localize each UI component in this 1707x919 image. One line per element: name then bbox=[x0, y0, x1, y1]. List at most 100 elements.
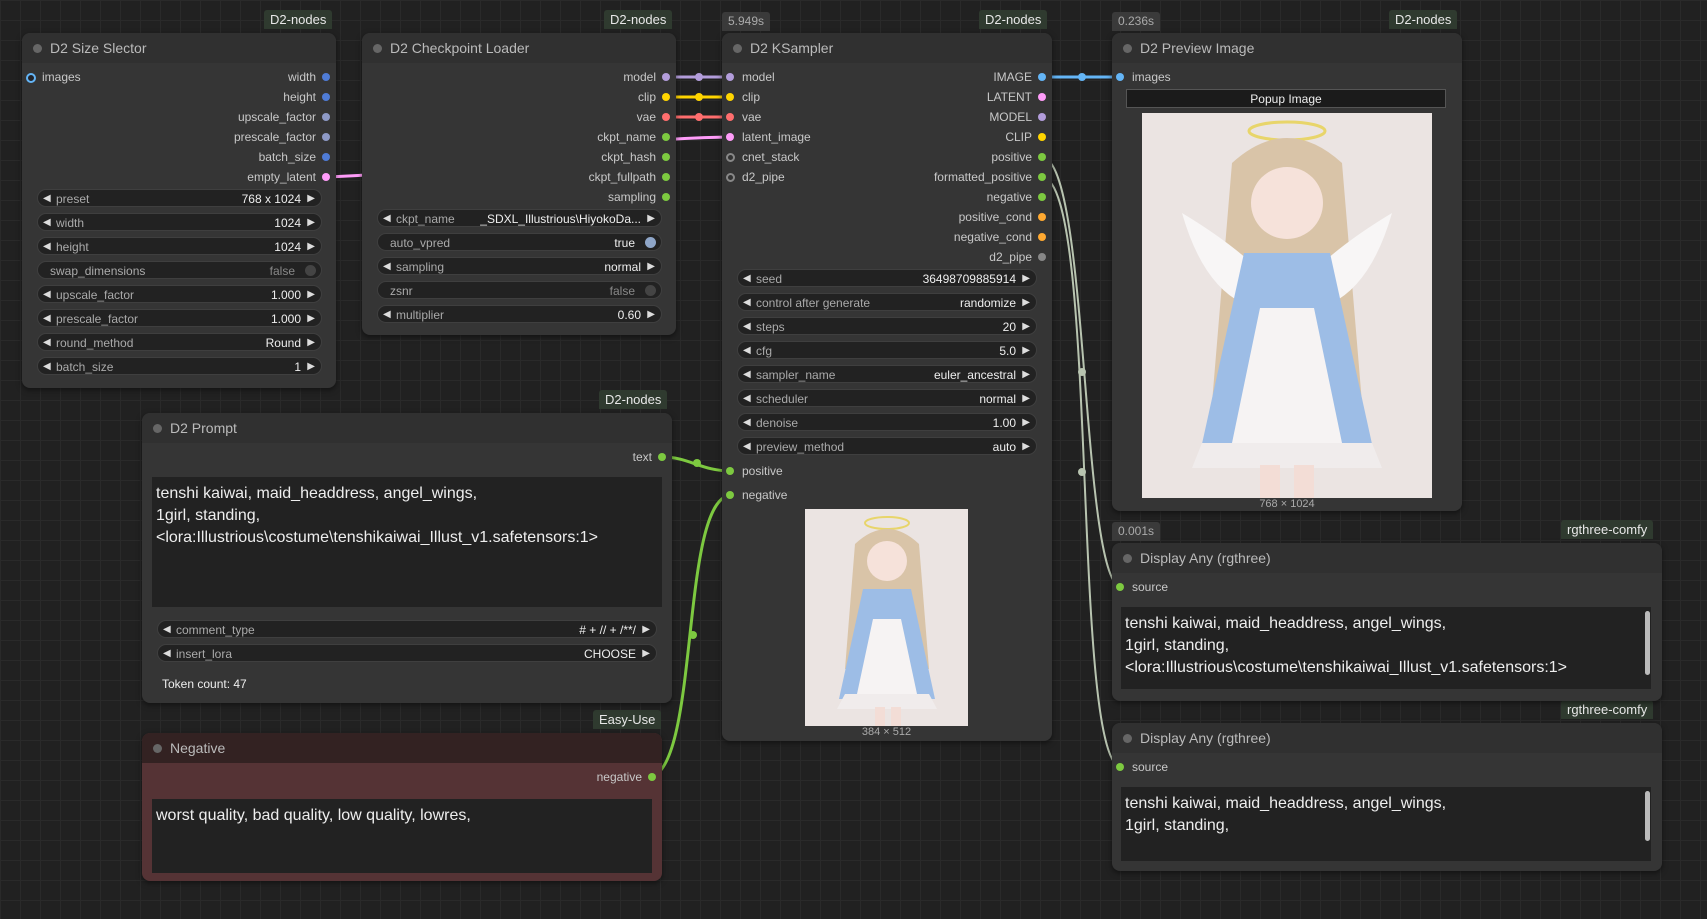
input-latent-image[interactable]: latent_image bbox=[726, 128, 811, 146]
output-formatted-positive[interactable]: formatted_positive bbox=[934, 168, 1046, 186]
image-pin-icon[interactable] bbox=[1038, 73, 1046, 81]
string-pin-icon[interactable] bbox=[662, 133, 670, 141]
latent-pin-icon[interactable] bbox=[322, 173, 330, 181]
vae-pin-icon[interactable] bbox=[662, 113, 670, 121]
output-empty-latent[interactable]: empty_latent bbox=[247, 168, 330, 186]
negative-title[interactable]: Negative bbox=[142, 733, 662, 763]
string-pin-icon[interactable] bbox=[662, 193, 670, 201]
int-pin-icon[interactable] bbox=[322, 153, 330, 161]
output-negative[interactable]: negative bbox=[597, 768, 656, 786]
output-upscale-factor[interactable]: upscale_factor bbox=[238, 108, 330, 126]
output-prescale-factor[interactable]: prescale_factor bbox=[234, 128, 330, 146]
int-pin-icon[interactable] bbox=[322, 93, 330, 101]
decrement-arrow-icon[interactable]: ◀ bbox=[43, 238, 51, 256]
image-pin-icon[interactable] bbox=[26, 73, 36, 83]
decrement-arrow-icon[interactable]: ◀ bbox=[383, 258, 391, 276]
size-selector-node[interactable]: D2 Size Slector images width height upsc… bbox=[22, 33, 336, 388]
increment-arrow-icon[interactable]: ▶ bbox=[642, 645, 650, 663]
input-vae[interactable]: vae bbox=[726, 108, 761, 126]
collapse-dot-icon[interactable] bbox=[733, 44, 742, 53]
string-pin-icon[interactable] bbox=[662, 173, 670, 181]
string-pin-icon[interactable] bbox=[726, 467, 734, 475]
increment-arrow-icon[interactable]: ▶ bbox=[307, 214, 315, 232]
decrement-arrow-icon[interactable]: ◀ bbox=[163, 645, 171, 663]
output-image[interactable]: IMAGE bbox=[993, 68, 1046, 86]
increment-arrow-icon[interactable]: ▶ bbox=[1022, 366, 1030, 384]
decrement-arrow-icon[interactable]: ◀ bbox=[383, 306, 391, 324]
string-pin-icon[interactable] bbox=[1038, 153, 1046, 161]
clip-pin-icon[interactable] bbox=[726, 93, 734, 101]
string-pin-icon[interactable] bbox=[662, 153, 670, 161]
conditioning-pin-icon[interactable] bbox=[1038, 213, 1046, 221]
output-clip[interactable]: clip bbox=[638, 88, 670, 106]
widget-upscale-factor[interactable]: ◀ upscale_factor 1.000 ▶ bbox=[37, 285, 322, 303]
increment-arrow-icon[interactable]: ▶ bbox=[647, 258, 655, 276]
input-images[interactable]: images bbox=[26, 68, 81, 86]
widget-auto-vpred[interactable]: auto_vpred true bbox=[377, 233, 662, 251]
output-latent[interactable]: LATENT bbox=[987, 88, 1046, 106]
widget-preset[interactable]: ◀ preset 768 x 1024 ▶ bbox=[37, 189, 322, 207]
output-model[interactable]: model bbox=[623, 68, 670, 86]
output-d2-pipe[interactable]: d2_pipe bbox=[989, 248, 1046, 266]
increment-arrow-icon[interactable]: ▶ bbox=[1022, 414, 1030, 432]
increment-arrow-icon[interactable]: ▶ bbox=[1022, 270, 1030, 288]
output-positive[interactable]: positive bbox=[991, 148, 1046, 166]
any-pin-icon[interactable] bbox=[1116, 763, 1124, 771]
collapse-dot-icon[interactable] bbox=[153, 424, 162, 433]
decrement-arrow-icon[interactable]: ◀ bbox=[743, 342, 751, 360]
widget-preview-method[interactable]: ◀ preview_method auto ▶ bbox=[737, 437, 1037, 455]
input-source[interactable]: source bbox=[1116, 578, 1168, 596]
latent-pin-icon[interactable] bbox=[1038, 93, 1046, 101]
display-any-2-textarea[interactable]: tenshi kaiwai, maid_headdress, angel_win… bbox=[1121, 787, 1651, 861]
string-pin-icon[interactable] bbox=[658, 453, 666, 461]
widget-steps[interactable]: ◀ steps 20 ▶ bbox=[737, 317, 1037, 335]
float-pin-icon[interactable] bbox=[322, 133, 330, 141]
increment-arrow-icon[interactable]: ▶ bbox=[1022, 318, 1030, 336]
decrement-arrow-icon[interactable]: ◀ bbox=[163, 621, 171, 639]
pipe-pin-icon[interactable] bbox=[1038, 253, 1046, 261]
string-pin-icon[interactable] bbox=[1038, 193, 1046, 201]
int-pin-icon[interactable] bbox=[322, 73, 330, 81]
widget-insert-lora[interactable]: ◀ insert_lora CHOOSE ▶ bbox=[157, 644, 657, 662]
widget-sampling[interactable]: ◀ sampling normal ▶ bbox=[377, 257, 662, 275]
increment-arrow-icon[interactable]: ▶ bbox=[307, 310, 315, 328]
decrement-arrow-icon[interactable]: ◀ bbox=[43, 358, 51, 376]
input-images[interactable]: images bbox=[1116, 68, 1171, 86]
cnet-pin-icon[interactable] bbox=[726, 153, 735, 162]
widget-zsnr[interactable]: zsnr false bbox=[377, 281, 662, 299]
prompt-textarea[interactable]: tenshi kaiwai, maid_headdress, angel_win… bbox=[152, 477, 662, 607]
decrement-arrow-icon[interactable]: ◀ bbox=[743, 390, 751, 408]
output-negative[interactable]: negative bbox=[987, 188, 1046, 206]
display-any-1-node[interactable]: Display Any (rgthree) source tenshi kaiw… bbox=[1112, 543, 1662, 701]
decrement-arrow-icon[interactable]: ◀ bbox=[43, 190, 51, 208]
output-model[interactable]: MODEL bbox=[989, 108, 1046, 126]
collapse-dot-icon[interactable] bbox=[1123, 44, 1132, 53]
model-pin-icon[interactable] bbox=[662, 73, 670, 81]
preview-image-node[interactable]: D2 Preview Image images Popup Image 768 … bbox=[1112, 33, 1462, 511]
negative-node[interactable]: Negative negative worst quality, bad qua… bbox=[142, 733, 662, 881]
decrement-arrow-icon[interactable]: ◀ bbox=[743, 366, 751, 384]
increment-arrow-icon[interactable]: ▶ bbox=[307, 190, 315, 208]
widget-scheduler[interactable]: ◀ scheduler normal ▶ bbox=[737, 389, 1037, 407]
increment-arrow-icon[interactable]: ▶ bbox=[642, 621, 650, 639]
output-ckpt-fullpath[interactable]: ckpt_fullpath bbox=[589, 168, 670, 186]
widget-swap-dimensions[interactable]: swap_dimensions false bbox=[37, 261, 322, 279]
output-vae[interactable]: vae bbox=[637, 108, 670, 126]
decrement-arrow-icon[interactable]: ◀ bbox=[383, 210, 391, 228]
output-height[interactable]: height bbox=[283, 88, 330, 106]
decrement-arrow-icon[interactable]: ◀ bbox=[743, 294, 751, 312]
widget-batch-size[interactable]: ◀ batch_size 1 ▶ bbox=[37, 357, 322, 375]
output-positive-cond[interactable]: positive_cond bbox=[959, 208, 1046, 226]
ksampler-preview-image[interactable] bbox=[805, 509, 968, 726]
widget-denoise[interactable]: ◀ denoise 1.00 ▶ bbox=[737, 413, 1037, 431]
output-negative-cond[interactable]: negative_cond bbox=[954, 228, 1046, 246]
input-source[interactable]: source bbox=[1116, 758, 1168, 776]
model-pin-icon[interactable] bbox=[1038, 113, 1046, 121]
input-d2-pipe[interactable]: d2_pipe bbox=[726, 168, 785, 186]
output-ckpt-hash[interactable]: ckpt_hash bbox=[601, 148, 670, 166]
output-batch-size[interactable]: batch_size bbox=[259, 148, 330, 166]
checkpoint-loader-node[interactable]: D2 Checkpoint Loader model clip vae ckpt… bbox=[362, 33, 676, 335]
ksampler-title[interactable]: D2 KSampler bbox=[722, 33, 1052, 63]
float-pin-icon[interactable] bbox=[322, 113, 330, 121]
ksampler-node[interactable]: D2 KSampler model clip vae latent_image … bbox=[722, 33, 1052, 741]
